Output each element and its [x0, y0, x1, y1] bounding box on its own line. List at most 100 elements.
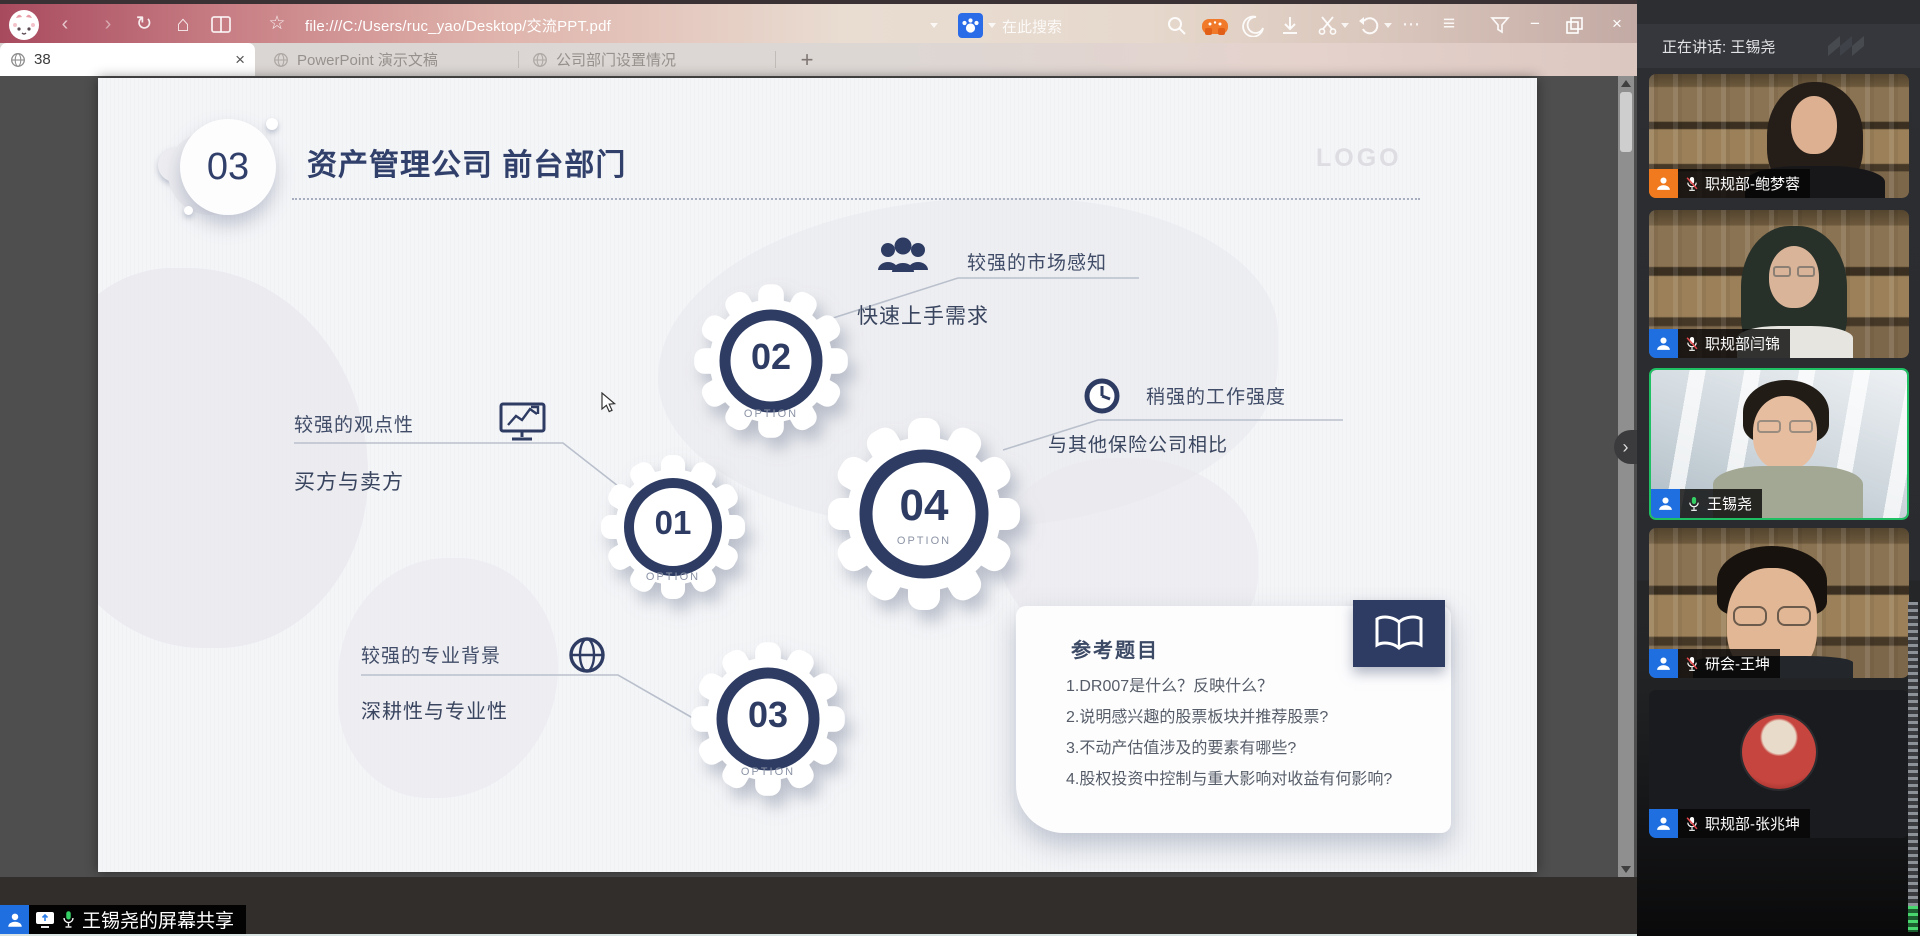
participant-name: 职规部-鲍梦蓉: [1705, 173, 1800, 194]
gear-02-caption: OPTION: [744, 408, 798, 420]
home-button[interactable]: ⌂: [170, 10, 196, 38]
reference-item: 2.说明感兴趣的股票板块并推荐股票?: [1066, 703, 1328, 727]
mic-active-icon: [1687, 495, 1701, 513]
games-icon[interactable]: [1201, 15, 1229, 37]
participant-label: 王锡尧: [1651, 489, 1762, 518]
member-badge-icon: [1649, 649, 1678, 678]
callout-market-line1: 较强的市场感知: [967, 248, 1107, 275]
tab-powerpoint[interactable]: PowerPoint 演示文稿: [263, 43, 515, 76]
browser-logo-icon[interactable]: [8, 9, 40, 41]
tab-bar: 38 × PowerPoint 演示文稿 公司部门设置情况: [0, 43, 1637, 76]
gear-01-number: 01: [655, 504, 692, 542]
participant-label: 职规部-鲍梦蓉: [1649, 169, 1810, 198]
maximize-button[interactable]: [1566, 17, 1584, 34]
undo-caret[interactable]: [1384, 23, 1392, 28]
browser-toolbar: ‹ › ↻ ⌂ ☆ file:///C:/Users/ruc_yao/Deskt…: [0, 0, 1637, 43]
video-tile-zhangzhaokun[interactable]: 职规部-张兆坤: [1649, 690, 1909, 838]
search-engine-caret[interactable]: [988, 23, 996, 28]
scissors-caret[interactable]: [1341, 23, 1349, 28]
tab-favicon-globe-icon: [532, 52, 548, 68]
participant-label: 职规部-张兆坤: [1649, 809, 1810, 838]
callout-background-line1: 较强的专业背景: [361, 641, 501, 668]
mic-muted-icon: [1685, 655, 1699, 673]
tab-38[interactable]: 38 ×: [0, 43, 255, 76]
scroll-down-arrow[interactable]: [1621, 866, 1631, 873]
participant-name: 研会-王坤: [1705, 653, 1770, 674]
video-tile-wangxiyao[interactable]: 王锡尧: [1649, 368, 1909, 520]
member-badge-icon: [1649, 809, 1678, 838]
member-badge-icon: [1651, 489, 1680, 518]
reference-title: 参考题目: [1071, 634, 1159, 663]
tab-label: PowerPoint 演示文稿: [297, 49, 438, 70]
menu-icon[interactable]: ≡: [1436, 10, 1462, 38]
reader-mode-icon[interactable]: [210, 15, 232, 35]
gear-04-caption: OPTION: [897, 535, 951, 547]
tab-label: 38: [34, 51, 235, 68]
tab-label: 公司部门设置情况: [556, 49, 676, 70]
speaking-label: 正在讲话: 王锡尧: [1662, 36, 1775, 57]
people-group-icon: [878, 238, 928, 273]
participant-name: 职规部闫锦: [1705, 333, 1780, 354]
screen: ‹ › ↻ ⌂ ☆ file:///C:/Users/ruc_yao/Deskt…: [0, 0, 1920, 936]
reload-button[interactable]: ↻: [131, 10, 157, 38]
callout-viewpoint-line2: 买方与卖方: [294, 466, 404, 496]
night-mode-icon[interactable]: [1242, 15, 1264, 37]
avatar: [1742, 715, 1816, 789]
share-chip: 王锡尧的屏幕共享: [29, 905, 246, 934]
search-engine-icon[interactable]: [958, 13, 983, 38]
minimize-button[interactable]: −: [1523, 14, 1547, 34]
tab-divider: [775, 51, 776, 68]
sidebar-scroll-meter[interactable]: [1908, 602, 1918, 932]
address-dropdown-caret[interactable]: [930, 23, 938, 28]
video-tile-wangkun[interactable]: 研会-王坤: [1649, 528, 1909, 678]
share-person-badge: [0, 905, 29, 934]
reference-item: 4.股权投资中控制与重大影响对收益有何影响?: [1066, 765, 1392, 789]
close-button[interactable]: ×: [1605, 14, 1629, 34]
reference-item: 1.DR007是什么？反映什么？: [1066, 672, 1273, 696]
member-badge-icon: [1649, 169, 1678, 198]
search-input[interactable]: 在此搜索: [1002, 16, 1062, 37]
screenshot-scissors-icon[interactable]: [1318, 15, 1338, 37]
callout-market-line2: 快速上手需求: [857, 300, 989, 330]
globe-icon: [571, 639, 603, 671]
new-tab-button[interactable]: +: [790, 43, 824, 76]
reference-book-badge: [1353, 600, 1445, 667]
bookmark-star-icon[interactable]: ☆: [264, 10, 290, 38]
share-label: 王锡尧的屏幕共享: [82, 906, 234, 933]
pdf-scrollbar[interactable]: [1618, 76, 1634, 877]
tab-company-departments[interactable]: 公司部门设置情况: [522, 43, 772, 76]
callout-intensity-line2: 与其他保险公司相比: [1048, 430, 1228, 457]
callout-viewpoint-line1: 较强的观点性: [294, 410, 414, 437]
gear-04-number: 04: [900, 481, 949, 531]
download-icon[interactable]: [1280, 15, 1300, 37]
video-tile-yanjin[interactable]: 职规部闫锦: [1649, 210, 1909, 358]
screen-share-icon: [35, 911, 55, 928]
mic-muted-icon: [1685, 815, 1699, 833]
tab-divider: [518, 51, 519, 68]
scrollbar-thumb[interactable]: [1620, 92, 1632, 152]
more-actions-icon[interactable]: ⋯: [1398, 10, 1424, 38]
participant-label: 研会-王坤: [1649, 649, 1780, 678]
undo-icon[interactable]: [1358, 15, 1380, 37]
reference-item: 3.不动产估值涉及的要素有哪些?: [1066, 734, 1296, 758]
pdf-slide: 03 资产管理公司 前台部门 LOGO: [98, 78, 1537, 872]
gear-03-caption: OPTION: [741, 766, 795, 778]
mouse-cursor: [600, 392, 620, 414]
scroll-up-arrow[interactable]: [1621, 80, 1631, 87]
search-icon[interactable]: [1166, 15, 1188, 37]
meeting-logo-icon: [1810, 30, 1880, 62]
gear-03-number: 03: [748, 694, 788, 736]
forward-button[interactable]: ›: [95, 10, 121, 38]
open-book-icon: [1353, 600, 1445, 667]
callout-intensity-line1: 稍强的工作强度: [1146, 382, 1286, 409]
filter-icon[interactable]: [1489, 15, 1511, 36]
address-bar[interactable]: file:///C:/Users/ruc_yao/Desktop/交流PPT.p…: [305, 15, 611, 36]
screen-share-indicator: 王锡尧的屏幕共享: [0, 905, 246, 934]
video-tile-baomengqian[interactable]: 职规部-鲍梦蓉: [1649, 74, 1909, 198]
bottom-strip: 王锡尧的屏幕共享: [0, 877, 1637, 936]
tab-close-icon[interactable]: ×: [235, 50, 245, 70]
browser-window: ‹ › ↻ ⌂ ☆ file:///C:/Users/ruc_yao/Deskt…: [0, 0, 1637, 936]
meeting-sidebar: 正在讲话: 王锡尧: [1637, 0, 1920, 936]
back-button[interactable]: ‹: [52, 10, 78, 38]
participant-label: 职规部闫锦: [1649, 329, 1790, 358]
